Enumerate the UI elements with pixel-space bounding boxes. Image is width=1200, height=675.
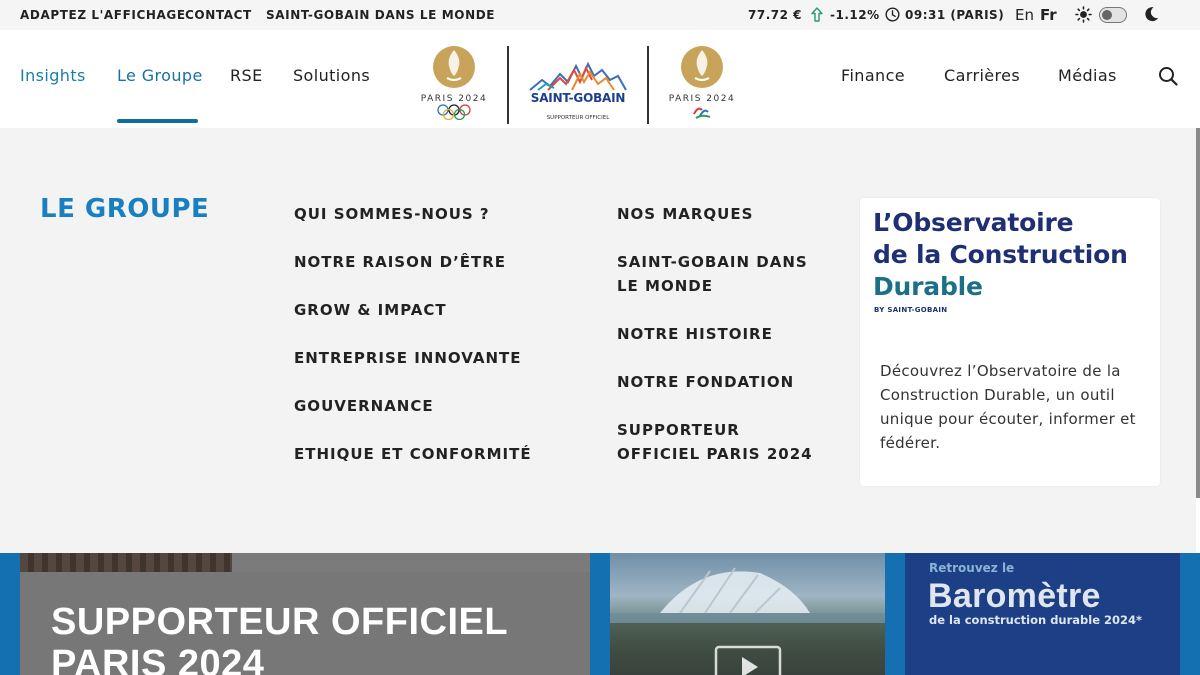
feature-title-line1: SUPPORTEUR OFFICIEL	[51, 601, 509, 643]
barometre-card[interactable]: Retrouvez le Baromètre de la constructio…	[905, 553, 1180, 675]
lang-en[interactable]: En	[1015, 6, 1034, 24]
video-play-icon[interactable]	[714, 645, 782, 675]
menu-supporteur-paris-2024[interactable]: SUPPORTEUR OFFICIEL PARIS 2024	[617, 418, 822, 466]
contact-link[interactable]: CONTACT	[185, 8, 252, 22]
clock-icon	[885, 7, 900, 22]
stock-price: 77.72 €	[748, 8, 802, 22]
observatoire-promo-card[interactable]: L’Observatoire de la Construction Durabl…	[860, 198, 1160, 486]
nav-medias[interactable]: Médias	[1058, 66, 1117, 85]
paralympic-agitos-icon	[693, 107, 711, 119]
nav-carrieres[interactable]: Carrières	[944, 66, 1020, 85]
barometre-kicker: Retrouvez le	[929, 561, 1015, 575]
nav-rse[interactable]: RSE	[230, 66, 263, 85]
adapt-display-link[interactable]: ADAPTEZ L'AFFICHAGE	[20, 8, 186, 22]
observatoire-description: Découvrez l’Observatoire de la Construct…	[880, 362, 1136, 452]
lang-fr[interactable]: Fr	[1040, 6, 1057, 24]
search-icon[interactable]	[1158, 66, 1178, 86]
main-header: Insights Le Groupe RSE Solutions PARIS 2…	[0, 30, 1200, 128]
moon-icon[interactable]	[1143, 6, 1159, 23]
sun-icon[interactable]	[1075, 6, 1092, 23]
theme-toggle-knob	[1102, 10, 1112, 20]
feature-photo-texture	[20, 553, 232, 572]
nav-le-groupe[interactable]: Le Groupe	[117, 66, 203, 85]
nav-finance[interactable]: Finance	[841, 66, 905, 85]
nav-insights[interactable]: Insights	[20, 66, 86, 85]
olympic-rings-icon	[437, 104, 471, 121]
utility-bar: ADAPTEZ L'AFFICHAGE CONTACT SAINT-GOBAIN…	[0, 0, 1200, 30]
menu-gouvernance[interactable]: GOUVERNANCE	[294, 394, 434, 418]
arrow-up-icon	[811, 7, 823, 22]
logo-divider-right	[647, 46, 649, 124]
worldwide-link[interactable]: SAINT-GOBAIN DANS LE MONDE	[266, 8, 495, 22]
paris-2024-paralympic-logo[interactable]: PARIS 2024	[664, 44, 740, 124]
paris-flame-icon-right	[681, 46, 723, 88]
official-supporter-label: SUPPORTEUR OFFICIEL	[546, 115, 610, 121]
menu-qui-sommes-nous[interactable]: QUI SOMMES-NOUS ?	[294, 202, 490, 226]
paris-2024-text-left: PARIS 2024	[420, 94, 488, 104]
mega-menu-title: LE GROUPE	[40, 194, 210, 224]
video-card[interactable]	[610, 553, 885, 675]
theme-toggle[interactable]	[1099, 7, 1127, 23]
observatoire-logo-line1: L’Observatoire	[873, 208, 1074, 237]
menu-saint-gobain-monde[interactable]: SAINT-GOBAIN DANS LE MONDE	[617, 250, 832, 298]
paris-2024-olympic-logo[interactable]: PARIS 2024	[416, 44, 492, 124]
supporter-feature-card[interactable]: SUPPORTEUR OFFICIEL PARIS 2024	[20, 553, 590, 675]
menu-nos-marques[interactable]: NOS MARQUES	[617, 202, 753, 226]
menu-notre-histoire[interactable]: NOTRE HISTOIRE	[617, 322, 773, 346]
menu-ethique-conformite[interactable]: ETHIQUE ET CONFORMITÉ	[294, 442, 532, 466]
observatoire-by-label: BY SAINT-GOBAIN	[874, 306, 948, 314]
observatoire-logo-line2: de la Construction	[873, 240, 1128, 269]
mega-menu-panel: LE GROUPE QUI SOMMES-NOUS ? NOTRE RAISON…	[0, 128, 1196, 553]
nav-solutions[interactable]: Solutions	[293, 66, 370, 85]
logo-divider-left	[507, 46, 509, 124]
nav-active-underline	[117, 119, 198, 123]
menu-raison-etre[interactable]: NOTRE RAISON D’ÊTRE	[294, 250, 506, 274]
saint-gobain-wordmark: SAINT-GOBAIN	[530, 91, 626, 105]
observatoire-logo-line3: Durable	[873, 272, 983, 301]
paris-2024-text-right: PARIS 2024	[668, 94, 736, 104]
menu-grow-impact[interactable]: GROW & IMPACT	[294, 298, 447, 322]
barometre-subtitle: de la construction durable 2024*	[929, 613, 1143, 627]
feature-title-line2: PARIS 2024	[51, 643, 265, 675]
paris-flame-icon	[433, 46, 475, 88]
page-scrollbar[interactable]	[1196, 128, 1200, 498]
saint-gobain-logo-icon[interactable]	[528, 60, 628, 92]
barometre-title: Baromètre	[928, 577, 1101, 615]
paris-time: 09:31 (PARIS)	[905, 8, 1005, 22]
menu-notre-fondation[interactable]: NOTRE FONDATION	[617, 370, 794, 394]
stock-change: -1.12%	[830, 8, 880, 22]
menu-entreprise-innovante[interactable]: ENTREPRISE INNOVANTE	[294, 346, 522, 370]
